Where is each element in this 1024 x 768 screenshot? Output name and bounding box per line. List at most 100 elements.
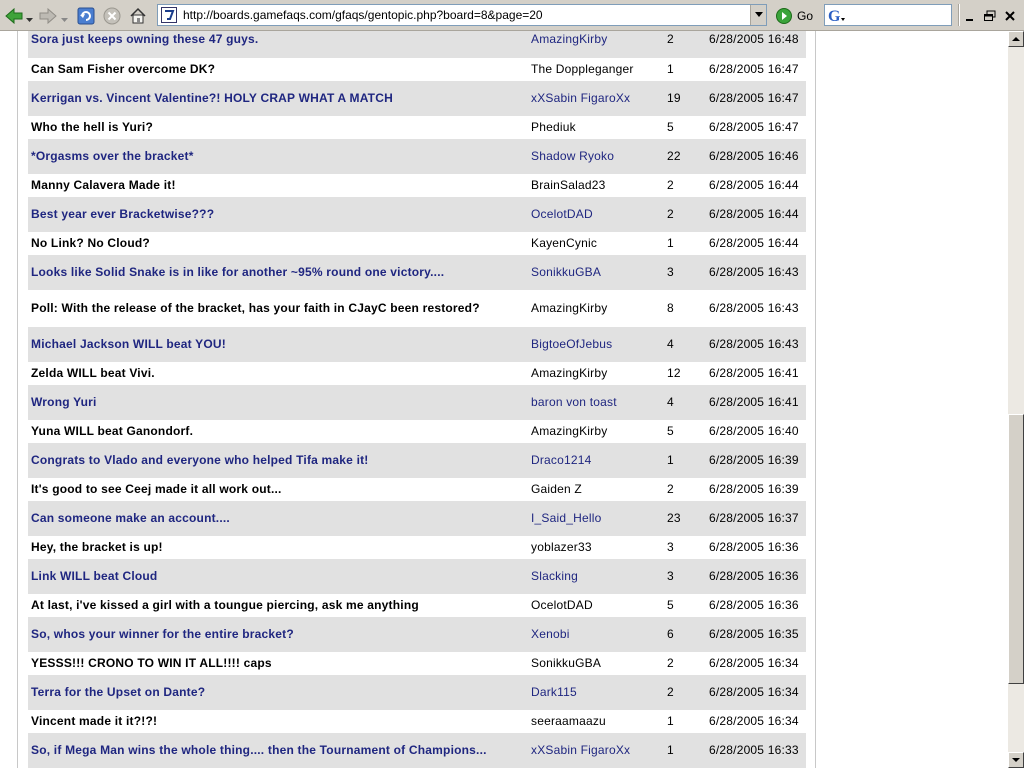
topic-title-link[interactable]: Looks like Solid Snake is in like for an…	[28, 253, 528, 290]
topic-author-link[interactable]: KayenCynic	[528, 231, 664, 254]
go-button[interactable]: Go	[776, 6, 813, 26]
topic-title-link[interactable]: Yuna WILL beat Ganondorf.	[28, 419, 528, 442]
forward-dropdown[interactable]	[61, 10, 68, 22]
topic-title-link[interactable]: So, if Mega Man wins the whole thing....…	[28, 731, 528, 768]
address-dropdown-button[interactable]	[750, 5, 766, 25]
topic-title-link[interactable]: Link WILL beat Cloud	[28, 557, 528, 594]
topic-title-link[interactable]: Can Sam Fisher overcome DK?	[28, 57, 528, 80]
topic-title-link[interactable]: Congrats to Vlado and everyone who helpe…	[28, 441, 528, 478]
minimize-button[interactable]	[964, 8, 978, 22]
topic-title-link[interactable]: Who the hell is Yuri?	[28, 115, 528, 138]
topic-post-count: 2	[664, 195, 706, 232]
google-search-input[interactable]: G	[824, 4, 952, 26]
topic-title-link[interactable]: It's good to see Ceej made it all work o…	[28, 477, 528, 500]
topic-author-link[interactable]: AmazingKirby	[528, 361, 664, 384]
topic-post-count: 2	[664, 31, 706, 58]
topic-title-link[interactable]: *Orgasms over the bracket*	[28, 137, 528, 174]
topic-author-link[interactable]: Slacking	[528, 557, 664, 594]
topic-author-link[interactable]: SonikkuGBA	[528, 651, 664, 674]
topic-last-post-date: 6/28/2005 16:36	[706, 593, 806, 616]
topic-row: Wrong Yuri baron von toast 4 6/28/2005 16:4…	[28, 383, 806, 420]
topic-row: So, whos your winner for the entire brac…	[28, 615, 806, 652]
topic-author-link[interactable]: Draco1214	[528, 441, 664, 478]
topic-author-link[interactable]: Dark115	[528, 673, 664, 710]
topic-author-link[interactable]: Xenobi	[528, 615, 664, 652]
close-window-button[interactable]	[1003, 8, 1017, 22]
address-bar[interactable]: http://boards.gamefaqs.com/gfaqs/gentopi…	[157, 4, 767, 26]
back-button[interactable]	[4, 6, 24, 26]
topic-title-link[interactable]: Vincent made it it?!?!	[28, 709, 528, 732]
topic-author-link[interactable]: OcelotDAD	[528, 593, 664, 616]
topic-title-link[interactable]: At last, i've kissed a girl with a toung…	[28, 593, 528, 616]
topic-title-link[interactable]: YESSS!!! CRONO TO WIN IT ALL!!!! caps	[28, 651, 528, 674]
topic-post-count: 3	[664, 253, 706, 290]
topic-author-link[interactable]: BrainSalad23	[528, 173, 664, 196]
topic-post-count: 1	[664, 441, 706, 478]
topic-author-link[interactable]: OcelotDAD	[528, 195, 664, 232]
scroll-up-button[interactable]	[1008, 31, 1024, 47]
topic-last-post-date: 6/28/2005 16:35	[706, 615, 806, 652]
topic-author-link[interactable]: baron von toast	[528, 383, 664, 420]
home-button[interactable]	[128, 6, 148, 26]
topic-author-link[interactable]: yoblazer33	[528, 535, 664, 558]
topic-title-link[interactable]: Zelda WILL beat Vivi.	[28, 361, 528, 384]
scroll-thumb[interactable]	[1008, 414, 1024, 684]
topic-author-link[interactable]: Gaiden Z	[528, 477, 664, 500]
topic-title-link[interactable]: Wrong Yuri	[28, 383, 528, 420]
topic-row: Best year ever Bracketwise??? OcelotDAD 2 6…	[28, 195, 806, 232]
topic-post-count: 1	[664, 231, 706, 254]
forward-button[interactable]	[38, 6, 58, 26]
topic-title-link[interactable]: Michael Jackson WILL beat YOU!	[28, 325, 528, 362]
topic-author-link[interactable]: AmazingKirby	[528, 31, 664, 58]
topic-last-post-date: 6/28/2005 16:44	[706, 231, 806, 254]
stop-button[interactable]	[102, 6, 122, 26]
topic-last-post-date: 6/28/2005 16:41	[706, 361, 806, 384]
topic-author-link[interactable]: Phediuk	[528, 115, 664, 138]
topic-last-post-date: 6/28/2005 16:47	[706, 79, 806, 116]
topic-author-link[interactable]: AmazingKirby	[528, 289, 664, 326]
reload-icon	[77, 7, 95, 25]
topic-author-link[interactable]: seeraamaazu	[528, 709, 664, 732]
topic-author-link[interactable]: xXSabin FigaroXx	[528, 731, 664, 768]
chevron-down-icon	[61, 18, 68, 22]
topic-row: Link WILL beat Cloud Slacking 3 6/28/2005 1…	[28, 557, 806, 594]
topic-author-link[interactable]: xXSabin FigaroXx	[528, 79, 664, 116]
restore-button[interactable]	[983, 8, 997, 22]
topic-title-link[interactable]: No Link? No Cloud?	[28, 231, 528, 254]
topic-title-link[interactable]: Hey, the bracket is up!	[28, 535, 528, 558]
topic-author-link[interactable]: BigtoeOfJebus	[528, 325, 664, 362]
scroll-down-button[interactable]	[1008, 752, 1024, 768]
topic-author-link[interactable]: I_Said_Hello	[528, 499, 664, 536]
topic-author-link[interactable]: The Doppleganger	[528, 57, 664, 80]
topic-row: At last, i've kissed a girl with a toung…	[28, 593, 806, 616]
topic-title-link[interactable]: Can someone make an account....	[28, 499, 528, 536]
topic-title-link[interactable]: Sora just keeps owning these 47 guys.	[28, 31, 528, 58]
topic-post-count: 19	[664, 79, 706, 116]
topic-post-count: 6	[664, 615, 706, 652]
topic-row: Michael Jackson WILL beat YOU! BigtoeOfJe…	[28, 325, 806, 362]
vertical-scrollbar[interactable]	[1008, 31, 1024, 768]
back-arrow-icon	[5, 8, 23, 24]
topic-row: No Link? No Cloud? KayenCynic 1 6/28/2005 1…	[28, 231, 806, 254]
topic-row: Sora just keeps owning these 47 guys. Ama…	[28, 31, 806, 58]
topic-title-link[interactable]: So, whos your winner for the entire brac…	[28, 615, 528, 652]
topic-title-link[interactable]: Best year ever Bracketwise???	[28, 195, 528, 232]
topic-title-link[interactable]: Manny Calavera Made it!	[28, 173, 528, 196]
topic-last-post-date: 6/28/2005 16:48	[706, 31, 806, 58]
topic-post-count: 1	[664, 57, 706, 80]
topic-post-count: 1	[664, 731, 706, 768]
topic-title-link[interactable]: Poll: With the release of the bracket, h…	[28, 289, 528, 326]
topic-post-count: 4	[664, 325, 706, 362]
topic-title-link[interactable]: Terra for the Upset on Dante?	[28, 673, 528, 710]
back-dropdown[interactable]	[26, 10, 33, 22]
reload-button[interactable]	[76, 6, 96, 26]
topic-author-link[interactable]: Shadow Ryoko	[528, 137, 664, 174]
topic-title-link[interactable]: Kerrigan vs. Vincent Valentine?! HOLY CR…	[28, 79, 528, 116]
topic-author-link[interactable]: SonikkuGBA	[528, 253, 664, 290]
topic-last-post-date: 6/28/2005 16:33	[706, 731, 806, 768]
topic-last-post-date: 6/28/2005 16:34	[706, 709, 806, 732]
topic-row: Terra for the Upset on Dante? Dark115 2 6/2…	[28, 673, 806, 710]
topic-author-link[interactable]: AmazingKirby	[528, 419, 664, 442]
topic-row: Yuna WILL beat Ganondorf. AmazingKirby 5 6/…	[28, 419, 806, 442]
topic-last-post-date: 6/28/2005 16:46	[706, 137, 806, 174]
